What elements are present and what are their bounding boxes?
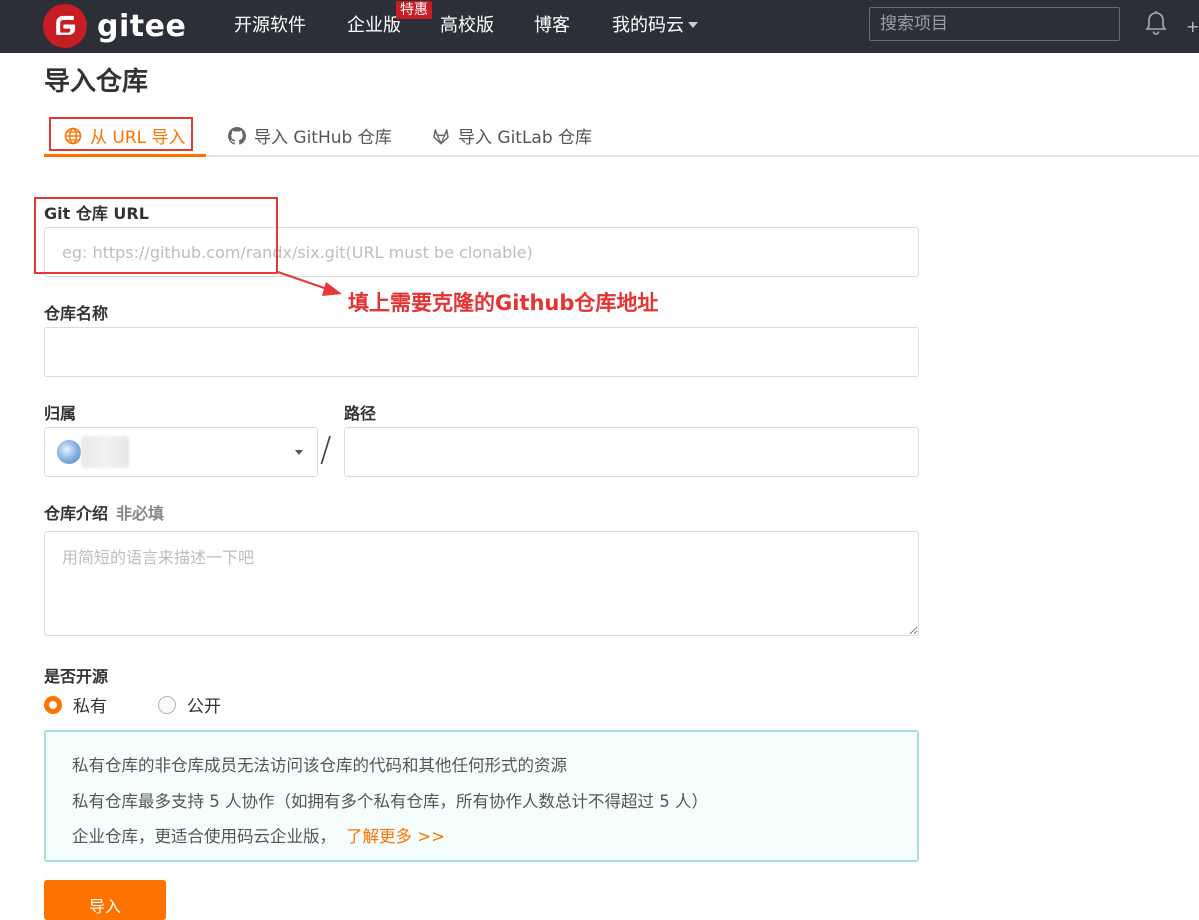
radio-private[interactable]: 私有 xyxy=(44,692,107,717)
notification-bell-icon[interactable] xyxy=(1144,10,1168,42)
repo-name-input[interactable] xyxy=(44,327,919,377)
gitee-logo[interactable]: gitee xyxy=(43,4,186,48)
owner-label: 归属 xyxy=(44,404,77,423)
nav-university[interactable]: 高校版 xyxy=(440,14,494,38)
import-submit-button[interactable]: 导入 xyxy=(44,880,166,920)
radio-checked-icon xyxy=(44,695,62,714)
page-title: 导入仓库 xyxy=(44,67,149,97)
gitee-logo-icon xyxy=(43,4,87,48)
owner-select[interactable] xyxy=(44,427,318,477)
description-label-text: 仓库介绍 xyxy=(44,504,109,523)
info-line-2: 私有仓库最多支持 5 人协作（如拥有多个私有仓库，所有协作人数总计不得超过 5 … xyxy=(72,792,708,811)
nav-my-gitee-label: 我的码云 xyxy=(612,15,684,36)
nav-open-source[interactable]: 开源软件 xyxy=(234,14,306,38)
tab-import-github[interactable]: 导入 GitHub 仓库 xyxy=(228,123,392,148)
radio-private-label: 私有 xyxy=(73,697,107,717)
path-label: 路径 xyxy=(344,404,377,423)
nav-my-gitee[interactable]: 我的码云 xyxy=(612,14,698,38)
github-icon xyxy=(228,126,246,145)
nav-blog[interactable]: 博客 xyxy=(534,14,570,38)
owner-name-redacted xyxy=(81,436,129,468)
info-line-3-text: 企业仓库，更适合使用码云企业版， xyxy=(72,827,336,846)
chevron-down-icon xyxy=(688,22,698,28)
radio-public-label: 公开 xyxy=(187,697,221,717)
optional-hint: 非必填 xyxy=(116,504,165,523)
gitlab-icon xyxy=(432,127,450,145)
annotation-text: 填上需要克隆的Github仓库地址 xyxy=(348,291,659,315)
path-separator: / xyxy=(320,430,332,470)
annotation-highlight-url xyxy=(34,197,278,274)
tab-import-gitlab-label: 导入 GitLab 仓库 xyxy=(458,128,593,148)
tab-active-indicator xyxy=(44,154,206,157)
avatar xyxy=(57,440,81,464)
logo-text: gitee xyxy=(97,8,187,44)
learn-more-link[interactable]: 了解更多 >> xyxy=(346,827,445,846)
private-repo-info-box: 私有仓库的非仓库成员无法访问该仓库的代码和其他任何形式的资源 私有仓库最多支持 … xyxy=(44,730,919,862)
repo-name-label: 仓库名称 xyxy=(44,304,109,323)
path-input[interactable] xyxy=(344,427,919,477)
annotation-highlight-tab xyxy=(49,117,193,151)
top-nav-bar: gitee 开源软件 企业版 特惠 高校版 博客 我的码云 + xyxy=(0,0,1199,53)
info-line-3: 企业仓库，更适合使用码云企业版， 了解更多 >> xyxy=(72,823,445,847)
tab-import-github-label: 导入 GitHub 仓库 xyxy=(254,128,392,148)
chevron-down-icon xyxy=(295,450,303,455)
description-label: 仓库介绍 非必填 xyxy=(44,500,164,524)
plus-icon[interactable]: + xyxy=(1186,17,1199,36)
promo-badge: 特惠 xyxy=(396,1,432,19)
visibility-label: 是否开源 xyxy=(44,667,109,686)
radio-public[interactable]: 公开 xyxy=(158,692,221,717)
description-textarea[interactable] xyxy=(44,531,919,636)
radio-unchecked-icon xyxy=(158,695,176,714)
nav-enterprise[interactable]: 企业版 xyxy=(347,14,401,38)
search-input[interactable] xyxy=(869,7,1120,41)
info-line-1: 私有仓库的非仓库成员无法访问该仓库的代码和其他任何形式的资源 xyxy=(72,756,567,775)
tabs-divider xyxy=(44,155,1199,157)
tab-import-gitlab[interactable]: 导入 GitLab 仓库 xyxy=(432,123,592,148)
